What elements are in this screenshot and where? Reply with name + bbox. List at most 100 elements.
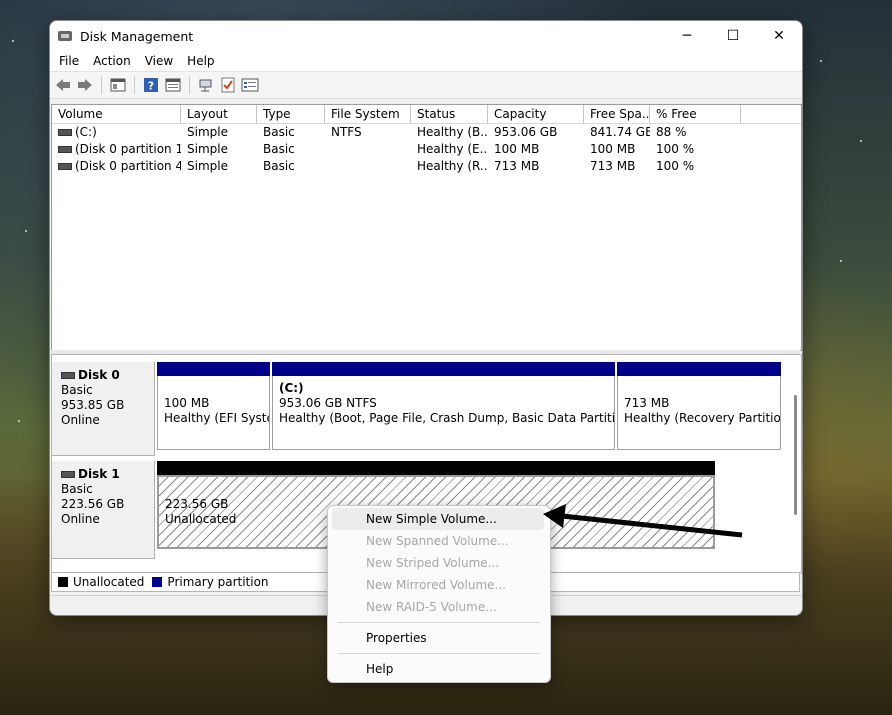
maximize-button[interactable]: ☐ — [710, 21, 756, 51]
disk-size: 223.56 GB — [61, 497, 125, 511]
volume-list-header: Volume Layout Type File System Status Ca… — [52, 105, 801, 124]
wallpaper-star — [840, 260, 842, 262]
drive-icon — [58, 128, 72, 136]
menu-new-spanned-volume[interactable]: New Spanned Volume... — [332, 530, 544, 552]
vertical-scrollbar[interactable] — [794, 395, 797, 515]
menu-file[interactable]: File — [52, 54, 86, 68]
primary-partition-band — [272, 362, 615, 376]
connect-button[interactable] — [196, 75, 216, 95]
connect-icon — [199, 79, 212, 92]
svg-text:?: ? — [148, 80, 154, 93]
file-system-cell — [325, 158, 411, 175]
forward-button[interactable] — [75, 75, 95, 95]
checklist-button[interactable] — [218, 75, 238, 95]
back-arrow-icon — [56, 79, 70, 91]
menu-properties[interactable]: Properties — [332, 627, 544, 649]
column-header-volume[interactable]: Volume — [52, 105, 181, 123]
type-cell: Basic — [263, 142, 295, 156]
wallpaper-star — [12, 40, 14, 42]
title-bar[interactable]: Disk Management ─ ☐ ✕ — [50, 21, 802, 51]
volume-cell: (C:) — [52, 124, 181, 141]
toolbar: ? — [50, 71, 802, 99]
partition-status: Healthy (Recovery Partition) — [624, 411, 781, 425]
menu-new-simple-volume[interactable]: New Simple Volume... — [332, 508, 544, 530]
disk-0-label[interactable]: Disk 0 Basic 953.85 GB Online — [52, 362, 155, 456]
disk-icon — [61, 371, 75, 379]
disk-size: 953.85 GB — [61, 398, 125, 412]
menu-separator — [338, 653, 540, 654]
menu-help[interactable]: Help — [332, 658, 544, 680]
column-header-free-space[interactable]: Free Spa... — [584, 105, 650, 123]
free-space-cell: 713 MB — [590, 159, 636, 173]
checklist-icon — [221, 77, 235, 93]
context-menu: New Simple Volume... New Spanned Volume.… — [327, 505, 551, 683]
menu-bar: File Action View Help — [50, 51, 802, 71]
close-icon: ✕ — [773, 28, 785, 44]
minimize-button[interactable]: ─ — [664, 21, 710, 51]
primary-partition-band — [157, 362, 270, 376]
maximize-icon: ☐ — [726, 28, 740, 44]
console-tree-icon — [110, 78, 126, 92]
menu-view[interactable]: View — [138, 54, 180, 68]
properties-button[interactable] — [163, 75, 183, 95]
toolbar-separator — [101, 76, 102, 94]
column-header-type[interactable]: Type — [257, 105, 325, 123]
status-cell: Healthy (E... — [417, 142, 488, 156]
disk-1-label[interactable]: Disk 1 Basic 223.56 GB Online — [52, 461, 155, 559]
column-header-layout[interactable]: Layout — [181, 105, 257, 123]
toolbar-separator — [134, 76, 135, 94]
table-row[interactable]: (Disk 0 partition 1) Simple Basic Health… — [52, 141, 801, 158]
partition-body: 713 MB Healthy (Recovery Partition) — [617, 376, 781, 450]
partition-size: 953.06 GB NTFS — [279, 396, 377, 410]
disk-type: Basic — [61, 383, 93, 397]
column-header-capacity[interactable]: Capacity — [488, 105, 584, 123]
wallpaper-star — [25, 230, 27, 232]
properties-icon — [165, 78, 181, 92]
percent-free-cell: 88 % — [656, 125, 687, 139]
volume-cell: (Disk 0 partition 4) — [52, 158, 181, 175]
menu-new-striped-volume[interactable]: New Striped Volume... — [332, 552, 544, 574]
column-header-file-system[interactable]: File System — [325, 105, 411, 123]
table-row[interactable]: (C:) Simple Basic NTFS Healthy (B... 953… — [52, 124, 801, 141]
free-space-cell: 841.74 GB — [590, 125, 650, 139]
partition-name: (C:) — [279, 381, 304, 395]
file-system-cell: NTFS — [331, 125, 362, 139]
capacity-cell: 713 MB — [494, 159, 540, 173]
partition-efi[interactable]: 100 MB Healthy (EFI Systen — [157, 362, 270, 450]
menu-help[interactable]: Help — [180, 54, 221, 68]
table-row[interactable]: (Disk 0 partition 4) Simple Basic Health… — [52, 158, 801, 175]
partition-size: 100 MB — [164, 396, 210, 410]
settings-list-button[interactable] — [240, 75, 260, 95]
disk-status: Online — [61, 512, 100, 526]
partition-status: Healthy (Boot, Page File, Crash Dump, Ba… — [279, 411, 615, 425]
menu-new-raid5-volume[interactable]: New RAID-5 Volume... — [332, 596, 544, 618]
menu-new-mirrored-volume[interactable]: New Mirrored Volume... — [332, 574, 544, 596]
partition-status: Healthy (EFI Systen — [164, 411, 270, 425]
column-header-status[interactable]: Status — [411, 105, 488, 123]
unallocated-swatch — [58, 577, 68, 587]
close-button[interactable]: ✕ — [756, 21, 802, 51]
status-cell: Healthy (B... — [417, 125, 488, 139]
volume-name: (Disk 0 partition 1) — [75, 142, 181, 156]
help-button[interactable]: ? — [141, 75, 161, 95]
disk-0-row: Disk 0 Basic 953.85 GB Online 100 MB Hea… — [52, 362, 801, 456]
back-button[interactable] — [53, 75, 73, 95]
layout-cell: Simple — [187, 125, 228, 139]
legend-primary-partition: Primary partition — [167, 575, 269, 589]
partition-c[interactable]: (C:) 953.06 GB NTFS Healthy (Boot, Page … — [272, 362, 615, 450]
column-header-percent-free[interactable]: % Free — [650, 105, 741, 123]
show-hide-console-tree-button[interactable] — [108, 75, 128, 95]
capacity-cell: 953.06 GB — [494, 125, 558, 139]
menu-separator — [338, 622, 540, 623]
disk-name: Disk 1 — [78, 467, 120, 481]
forward-arrow-icon — [78, 79, 92, 91]
help-icon: ? — [144, 78, 158, 93]
partition-recovery[interactable]: 713 MB Healthy (Recovery Partition) — [617, 362, 781, 450]
drive-icon — [58, 145, 72, 153]
file-system-cell — [325, 141, 411, 158]
volume-list[interactable]: Volume Layout Type File System Status Ca… — [51, 104, 802, 351]
disk-icon — [61, 470, 75, 478]
volume-name: (C:) — [75, 125, 97, 139]
menu-action[interactable]: Action — [86, 54, 138, 68]
type-cell: Basic — [263, 159, 295, 173]
